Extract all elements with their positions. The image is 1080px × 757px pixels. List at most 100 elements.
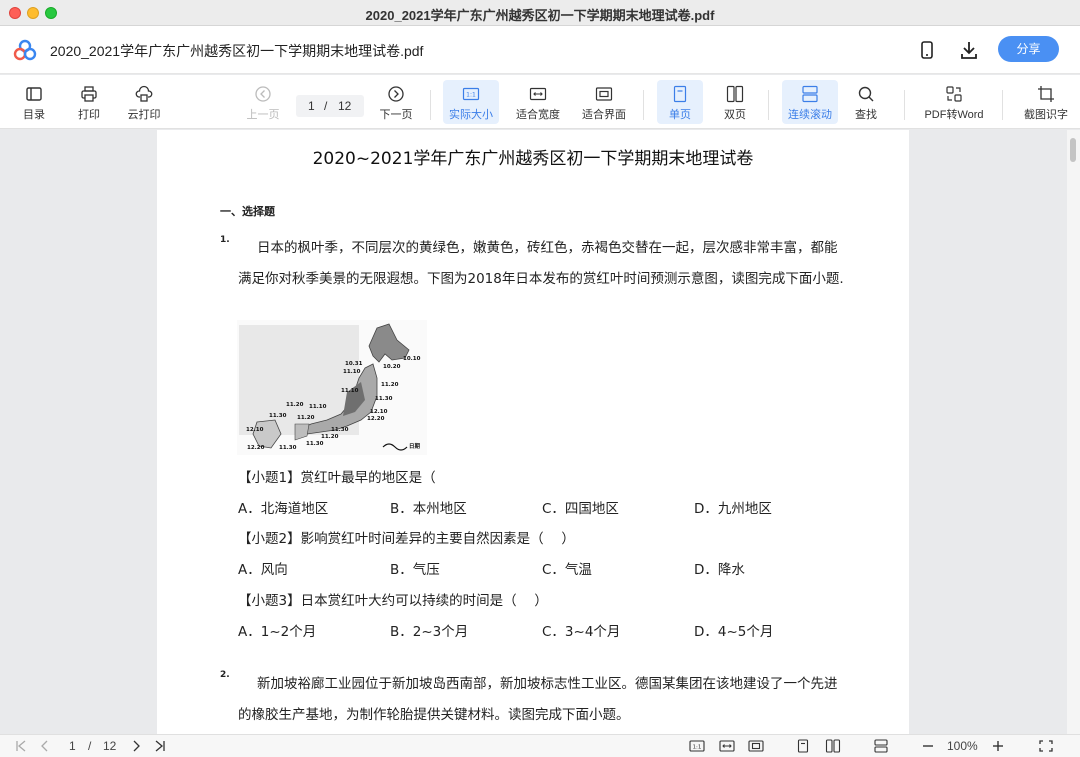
option: D．九州地区 <box>694 501 772 517</box>
option: C．3~4个月 <box>542 624 621 640</box>
fit-width-icon <box>529 87 547 101</box>
next-page-button[interactable]: 下一页 <box>376 80 416 124</box>
single-page-label: 单页 <box>669 109 691 121</box>
map-label: 12.10 <box>370 409 388 415</box>
map-label: 11.30 <box>306 441 324 447</box>
map-label: 10.10 <box>403 356 421 362</box>
scrollbar-thumb[interactable] <box>1070 138 1076 162</box>
double-page-button[interactable]: 双页 <box>715 80 755 124</box>
map-label: 11.20 <box>297 415 315 421</box>
zoom-in-icon[interactable] <box>990 739 1006 753</box>
actual-size-icon[interactable]: 1:1 <box>689 739 705 753</box>
page-separator: / <box>324 99 328 113</box>
toc-label: 目录 <box>23 109 45 121</box>
print-button[interactable]: 打印 <box>69 80 109 124</box>
pdf-page: 2020~2021学年广东广州越秀区初一下学期期末地理试卷 一、选择题 1. 日… <box>157 130 909 734</box>
option: A．风向 <box>238 562 288 578</box>
continuous-scroll-icon <box>802 85 818 103</box>
actual-size-label: 实际大小 <box>449 109 493 121</box>
status-page-separator: / <box>88 739 92 753</box>
fit-width-label: 适合宽度 <box>516 109 560 121</box>
toc-button[interactable]: 目录 <box>14 80 54 124</box>
share-button[interactable]: 分享 <box>998 36 1059 62</box>
first-page-icon[interactable] <box>14 739 30 753</box>
option: C．气温 <box>542 562 592 578</box>
exam-title: 2020~2021学年广东广州越秀区初一下学期期末地理试卷 <box>312 149 754 169</box>
cloud-print-label: 云打印 <box>127 109 161 121</box>
last-page-icon[interactable] <box>151 739 167 753</box>
fit-page-button[interactable]: 适合界面 <box>577 80 631 124</box>
question-number: 2. <box>220 670 230 680</box>
sub-question: 【小题1】赏红叶最早的地区是（ <box>238 470 436 486</box>
status-current-page[interactable]: 1 <box>69 739 76 753</box>
actual-size-button[interactable]: 1:1 实际大小 <box>443 80 499 124</box>
double-page-icon <box>726 85 744 103</box>
screenshot-ocr-label: 截图识字 <box>1024 109 1068 121</box>
window-title: 2020_2021学年广东广州越秀区初一下学期期末地理试卷.pdf <box>365 8 715 23</box>
fit-width-icon[interactable] <box>719 739 735 753</box>
next-page-label: 下一页 <box>379 109 413 121</box>
pdf-to-word-label: PDF转Word <box>924 109 984 121</box>
fullscreen-icon[interactable] <box>1038 739 1054 753</box>
sub-question: 【小题2】影响赏红叶时间差异的主要自然因素是（ ） <box>238 531 575 547</box>
toolbar-divider <box>904 90 905 120</box>
fit-page-icon <box>595 87 613 101</box>
option: B．气压 <box>390 562 440 578</box>
cloud-print-button[interactable]: 云打印 <box>122 80 166 124</box>
option: B．2~3个月 <box>390 624 469 640</box>
map-label: 10.31 <box>345 361 363 367</box>
page-number-input[interactable]: 1 / 12 <box>296 95 364 117</box>
fit-width-button[interactable]: 适合宽度 <box>511 80 565 124</box>
prev-page-icon[interactable] <box>37 739 53 753</box>
document-title: 2020_2021学年广东广州越秀区初一下学期期末地理试卷.pdf <box>50 43 424 59</box>
actual-size-icon-text: 1:1 <box>466 92 476 99</box>
map-label: 11.30 <box>269 413 287 419</box>
map-label: 11.20 <box>381 382 399 388</box>
single-page-icon[interactable] <box>795 739 811 753</box>
map-label: 11.30 <box>375 396 393 402</box>
screenshot-ocr-button[interactable]: 截图识字 <box>1018 80 1074 124</box>
zoom-out-icon[interactable] <box>920 739 936 753</box>
option: B．本州地区 <box>390 501 467 517</box>
prev-page-button[interactable]: 上一页 <box>243 80 283 124</box>
fit-page-icon[interactable] <box>748 739 764 753</box>
option: D．4~5个月 <box>694 624 774 640</box>
map-label: 11.10 <box>309 404 327 410</box>
japan-autumn-leaves-map: 10.10 10.20 10.31 11.10 11.20 11.10 11.3… <box>237 320 427 455</box>
prev-page-label: 上一页 <box>246 109 280 121</box>
toolbar-divider <box>430 90 431 120</box>
mobile-icon[interactable] <box>915 38 939 62</box>
crop-icon <box>1038 86 1054 102</box>
find-label: 查找 <box>855 109 877 121</box>
window-titlebar: 2020_2021学年广东广州越秀区初一下学期期末地理试卷.pdf <box>0 0 1080 26</box>
question-number: 1. <box>220 235 230 245</box>
app-logo-icon <box>13 39 37 61</box>
map-label: 12.20 <box>367 416 385 422</box>
next-page-icon[interactable] <box>128 739 144 753</box>
vertical-scrollbar[interactable] <box>1067 130 1080 734</box>
single-page-button[interactable]: 单页 <box>657 80 703 124</box>
question-text-line: 的橡胶生产基地，为制作轮胎提供关键材料。读图完成下面小题。 <box>238 707 630 723</box>
toolbar-divider <box>1002 90 1003 120</box>
question-text-line: 新加坡裕廊工业园位于新加坡岛西南部，新加坡标志性工业区。德国某集团在该地建设了一… <box>257 676 838 692</box>
option: C．四国地区 <box>542 501 619 517</box>
map-label: 11.30 <box>331 427 349 433</box>
chevron-right-circle-icon <box>388 86 404 102</box>
single-page-icon <box>673 85 687 103</box>
continuous-scroll-icon[interactable] <box>873 739 889 753</box>
download-icon[interactable] <box>957 38 981 62</box>
current-page-value: 1 <box>308 99 315 113</box>
total-pages-value: 12 <box>338 99 352 113</box>
zoom-level: 100% <box>947 739 978 753</box>
document-viewport[interactable]: 2020~2021学年广东广州越秀区初一下学期期末地理试卷 一、选择题 1. 日… <box>0 130 1080 734</box>
map-label: 11.20 <box>286 402 304 408</box>
map-label: 11.30 <box>279 445 297 451</box>
pdf-to-word-button[interactable]: PDF转Word <box>920 80 988 124</box>
continuous-scroll-button[interactable]: 连续滚动 <box>782 80 838 124</box>
map-legend-label: 日期 <box>409 442 421 450</box>
question-text-line: 满足你对秋季美景的无限遐想。下图为2018年日本发布的赏红叶时间预测示意图，读图… <box>238 271 844 287</box>
find-button[interactable]: 查找 <box>846 80 886 124</box>
actual-size-icon: 1:1 <box>462 87 480 101</box>
double-page-icon[interactable] <box>825 739 841 753</box>
map-label: 12.20 <box>247 445 265 451</box>
